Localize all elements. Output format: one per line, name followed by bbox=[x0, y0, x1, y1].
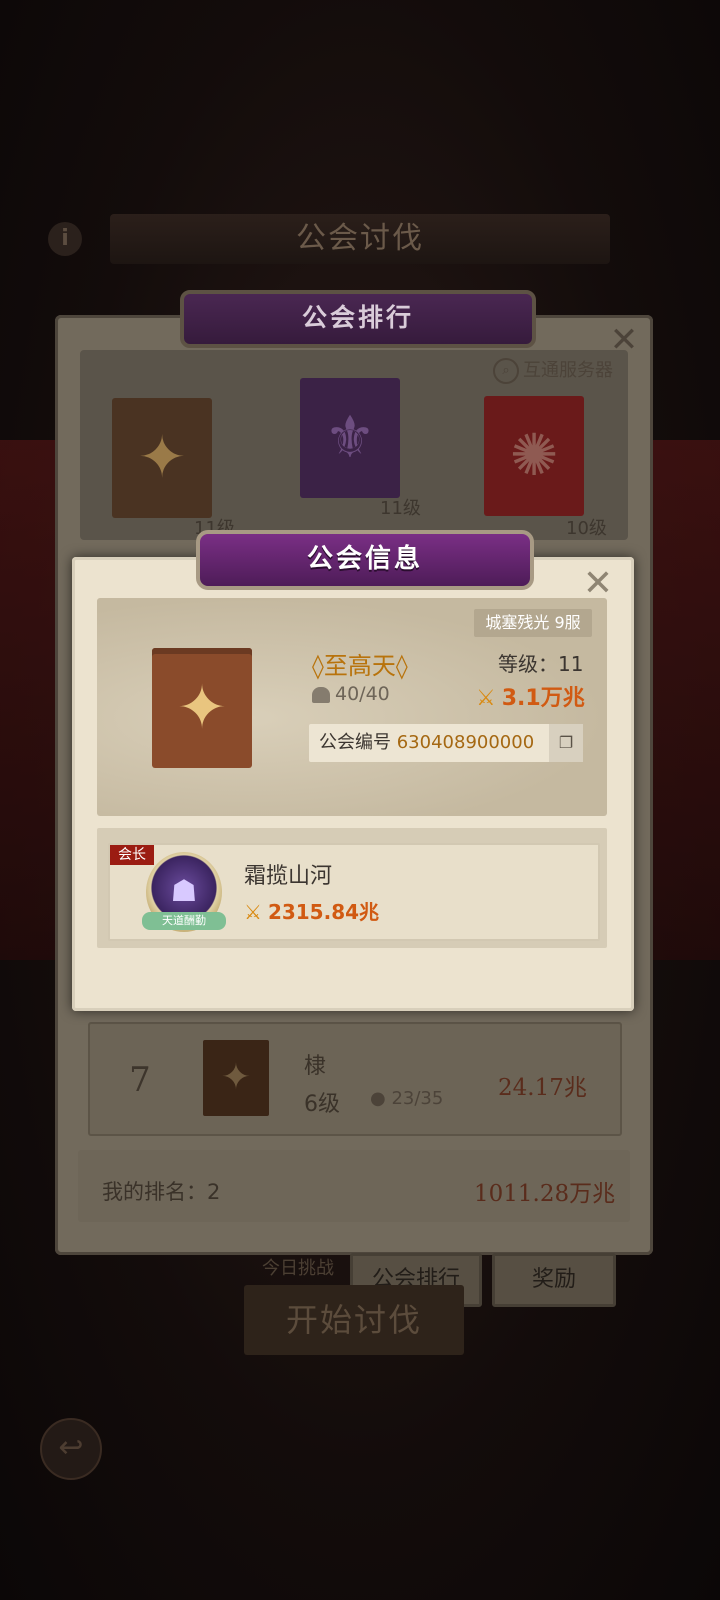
ranking-row-name: 棣 bbox=[304, 1054, 327, 1079]
info-icon[interactable]: i bbox=[48, 222, 82, 256]
leader-badge: 会长 bbox=[110, 845, 154, 865]
guild-level-label: 等级： bbox=[498, 652, 558, 676]
members-icon: ● bbox=[370, 1088, 386, 1109]
top3-level-2: 11级 bbox=[380, 498, 421, 519]
top3-flag-3[interactable]: ✺ bbox=[484, 396, 584, 516]
compass-star-emblem-icon: ✦ bbox=[176, 673, 228, 743]
members-icon bbox=[312, 686, 330, 703]
ranking-row-members-value: 23/35 bbox=[391, 1088, 444, 1109]
server-filter-button[interactable]: ⌕ 互通服务器 bbox=[493, 356, 627, 386]
guild-members-value: 40/40 bbox=[335, 683, 390, 705]
back-arrow-icon[interactable]: ↩ bbox=[40, 1418, 102, 1480]
guild-level-value: 11 bbox=[558, 652, 584, 676]
guild-name: ◊至高天◊ bbox=[312, 652, 408, 680]
fleur-emblem-icon: ⚜ bbox=[324, 403, 376, 471]
ranking-row-rank: 7 bbox=[129, 1060, 151, 1100]
guild-level: 等级：11 bbox=[498, 648, 583, 677]
compass-star-emblem-icon: ✦ bbox=[137, 423, 187, 491]
server-filter-label: 互通服务器 bbox=[523, 360, 613, 381]
guild-id-field: 公会编号 630408900000 ❐ bbox=[309, 724, 583, 762]
guild-members: 40/40 bbox=[312, 683, 390, 705]
top3-flag-2[interactable]: ⚜ bbox=[300, 378, 400, 498]
guild-id-value: 630408900000 bbox=[396, 732, 535, 753]
right-decoration bbox=[650, 440, 720, 960]
ranking-row-level: 6级 bbox=[304, 1092, 340, 1117]
top3-level-3: 10级 bbox=[566, 518, 607, 539]
skull-emblem-icon: ✺ bbox=[509, 421, 559, 489]
today-challenge-label: 今日挑战 bbox=[262, 1258, 334, 1279]
ranking-row-power: 24.17兆 bbox=[498, 1075, 587, 1101]
ranking-row-members: ● 23/35 bbox=[370, 1088, 443, 1109]
guild-info-title: 公会信息 bbox=[196, 530, 534, 590]
guild-flag: ✦ bbox=[152, 648, 252, 768]
search-icon: ⌕ bbox=[493, 358, 519, 384]
leader-power: ⚔ 2315.84兆 bbox=[244, 896, 379, 925]
leader-name: 霜揽山河 bbox=[244, 864, 333, 889]
server-tag: 城塞残光 9服 bbox=[474, 609, 592, 637]
leader-power-value: 2315.84兆 bbox=[267, 900, 380, 924]
my-rank-label: 我的排名：2 bbox=[102, 1180, 221, 1204]
top3-flag-1[interactable]: ✦ bbox=[112, 398, 212, 518]
copy-icon[interactable]: ❐ bbox=[549, 724, 583, 762]
reward-button[interactable]: 奖励 bbox=[492, 1253, 616, 1307]
crossed-swords-icon: ⚔ bbox=[244, 900, 262, 924]
start-raid-button[interactable]: 开始讨伐 bbox=[244, 1285, 464, 1355]
avatar-ribbon: 天道酬勤 bbox=[142, 912, 226, 930]
my-rank-power: 1011.28万兆 bbox=[474, 1181, 616, 1207]
close-icon[interactable]: ✕ bbox=[580, 566, 616, 602]
guild-power-value: 3.1万兆 bbox=[501, 686, 585, 711]
compass-star-emblem-icon: ✦ bbox=[203, 1040, 269, 1116]
crossed-swords-icon: ⚔ bbox=[476, 686, 496, 711]
guild-id-label: 公会编号 bbox=[319, 732, 391, 753]
page-title: 公会讨伐 bbox=[110, 214, 610, 264]
ranking-panel-title: 公会排行 bbox=[180, 290, 536, 348]
guild-power: ⚔ 3.1万兆 bbox=[476, 680, 585, 712]
